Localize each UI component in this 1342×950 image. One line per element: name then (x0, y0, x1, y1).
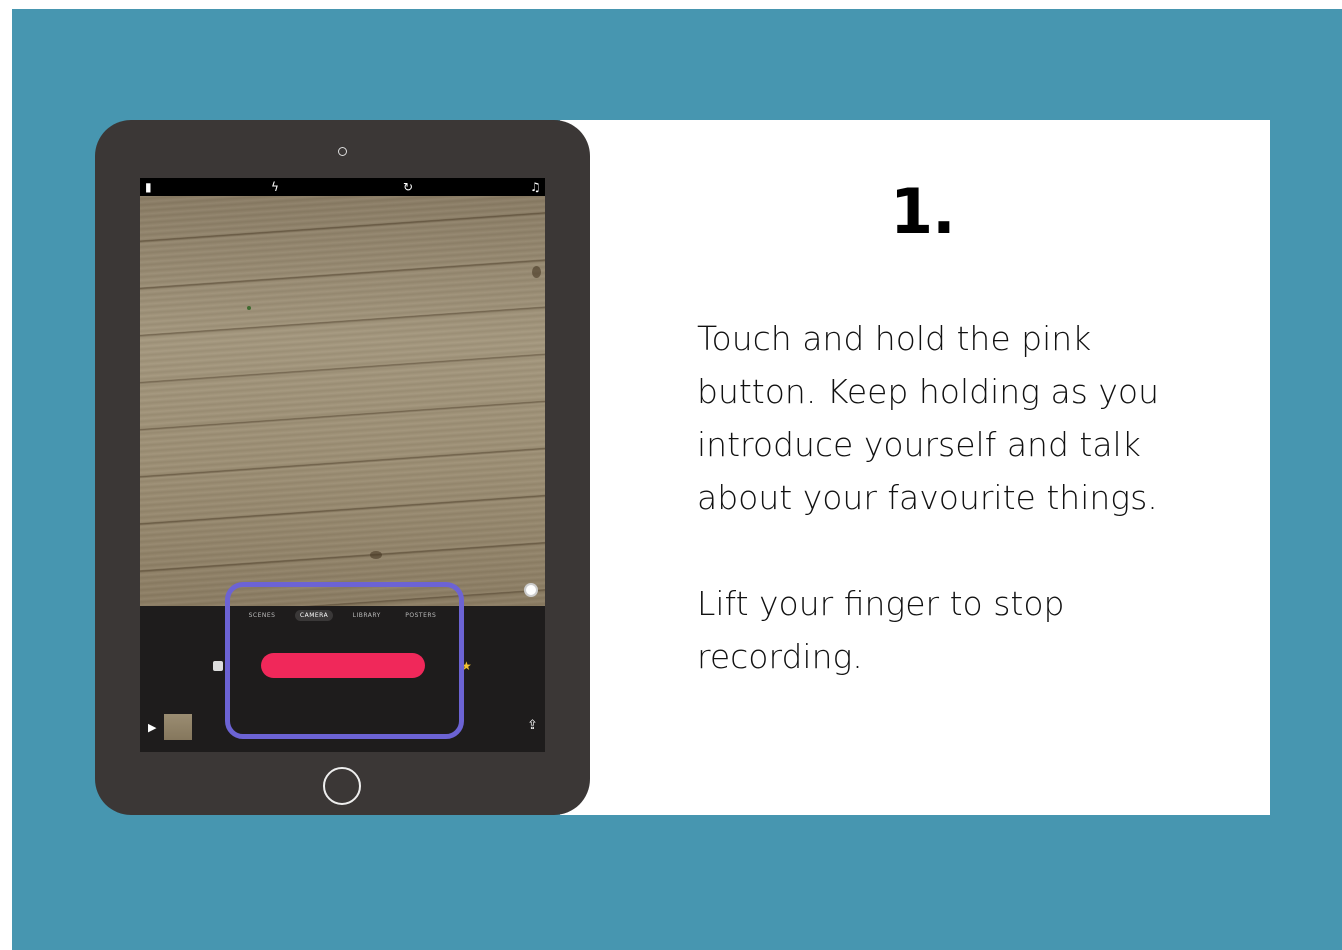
instructions: Touch and hold the pink button. Keep hol… (697, 312, 1237, 736)
camera-viewfinder (140, 196, 545, 606)
clip-icon[interactable]: ▮ (145, 179, 152, 195)
wood-knot (370, 551, 382, 559)
music-icon[interactable]: ♫ (530, 179, 541, 195)
clip-thumbnail[interactable] (164, 714, 192, 740)
flip-camera-icon[interactable]: ↻ (403, 179, 413, 195)
front-camera-icon (338, 147, 347, 156)
flash-icon[interactable]: ϟ (271, 179, 279, 195)
instruction-paragraph-1: Touch and hold the pink button. Keep hol… (697, 319, 1159, 517)
instruction-paragraph-2: Lift your finger to stop recording. (697, 584, 1065, 676)
record-highlight-frame (225, 582, 464, 739)
caption-icon[interactable] (213, 661, 223, 671)
share-icon[interactable]: ⇪ (527, 718, 538, 733)
app-toolbar: ▮ ϟ ↻ ♫ (140, 178, 545, 196)
home-button[interactable] (323, 767, 361, 805)
play-icon[interactable]: ▶ (148, 721, 156, 734)
step-number: 1. (890, 175, 956, 248)
wood-knot (532, 266, 541, 278)
snapshot-button[interactable] (524, 583, 538, 597)
wood-knot (247, 306, 251, 310)
